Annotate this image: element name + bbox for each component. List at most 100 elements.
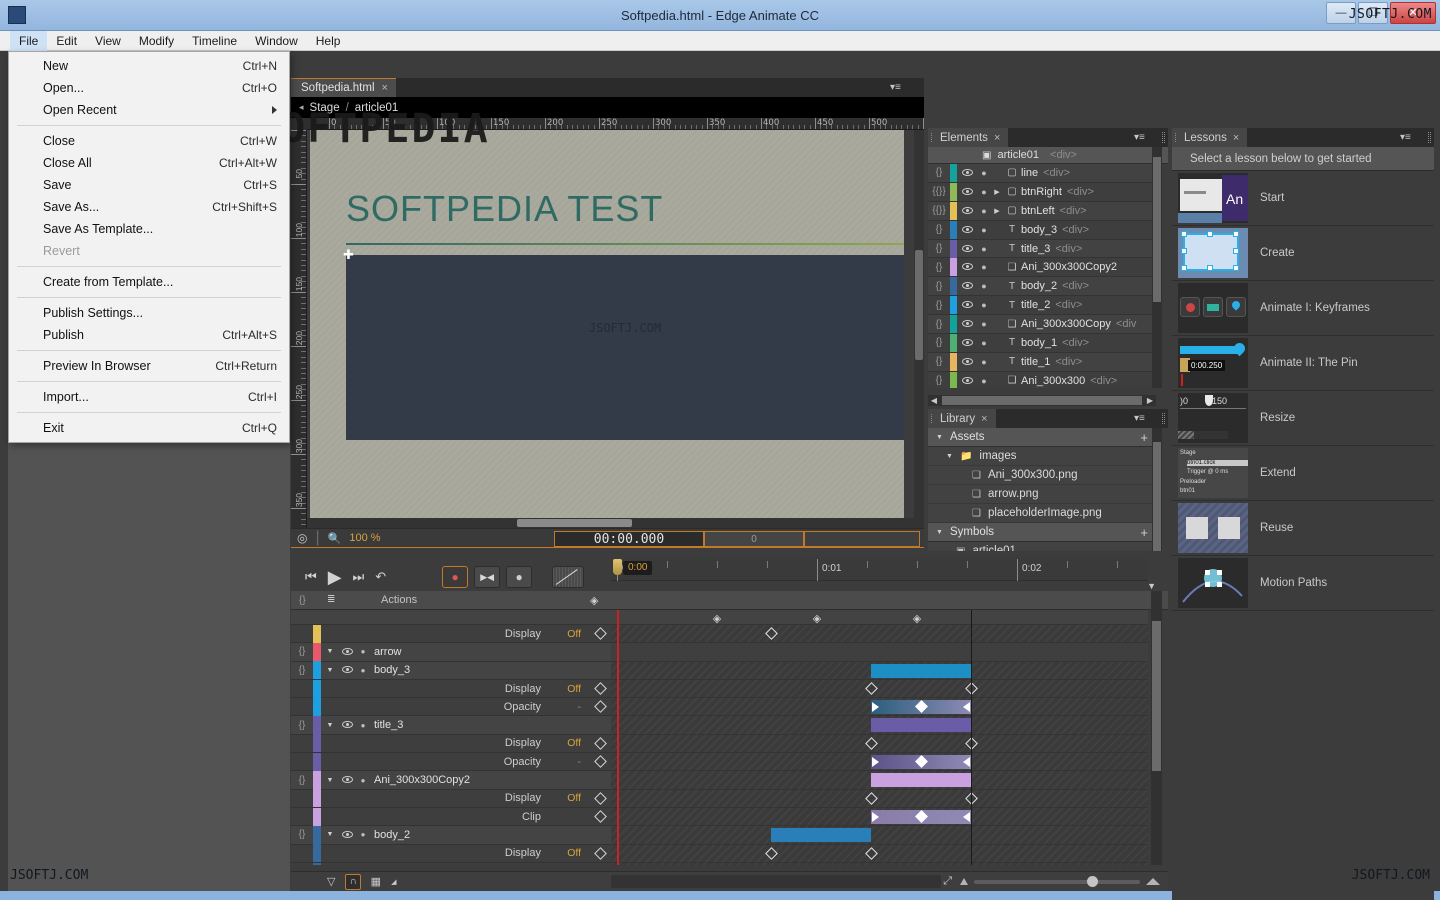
library-vscroll-thumb[interactable] xyxy=(1153,442,1161,552)
timeline-actions-track[interactable]: ◈◈◈ xyxy=(611,610,1148,625)
timeline-property-row[interactable]: Clip xyxy=(291,808,611,826)
element-lock-dot-icon[interactable]: ● xyxy=(977,206,991,216)
element-name[interactable]: title_3 xyxy=(1021,243,1050,255)
playhead-handle[interactable] xyxy=(613,559,622,575)
stage-divider-line[interactable] xyxy=(346,243,904,245)
menu-item-publish[interactable]: PublishCtrl+Alt+S xyxy=(9,324,289,346)
transition-end-handle[interactable] xyxy=(963,812,970,822)
expand-arrow-icon[interactable]: ▶ xyxy=(991,188,1003,196)
element-name[interactable]: line xyxy=(1021,167,1038,179)
menu-item-new[interactable]: NewCtrl+N xyxy=(9,55,289,77)
loop-button[interactable]: ↶ xyxy=(375,569,386,585)
visibility-eye-icon[interactable] xyxy=(957,338,977,348)
transition-start-handle[interactable] xyxy=(872,702,879,712)
zoom-in-icon[interactable] xyxy=(1146,878,1160,885)
element-row[interactable]: {}●Tbody_1<div> xyxy=(928,334,1156,353)
auto-keyframe-button[interactable]: ● xyxy=(442,566,468,588)
element-row[interactable]: {}●▢line<div> xyxy=(928,164,1156,183)
element-actions-icon[interactable]: {} xyxy=(928,243,950,254)
timeline-track-row[interactable] xyxy=(611,808,1148,826)
property-keyframe-icon[interactable] xyxy=(594,682,607,695)
stage-hscroll-thumb[interactable] xyxy=(517,519,632,527)
menu-item-save-as[interactable]: Save As...Ctrl+Shift+S xyxy=(9,196,289,218)
layer-name[interactable]: title_3 xyxy=(370,719,403,731)
timeline-layer-row[interactable]: {}▼●Ani_300x300Copy2 xyxy=(291,771,611,789)
tab-lessons[interactable]: Lessons × xyxy=(1172,128,1248,147)
timeline-animation-bar[interactable] xyxy=(871,664,971,678)
property-keyframe-icon[interactable] xyxy=(594,700,607,713)
elements-root-row[interactable]: ▣ article01 <div> xyxy=(928,147,1168,164)
element-lock-dot-icon[interactable]: ● xyxy=(977,244,991,254)
grid-icon[interactable]: ▦ xyxy=(371,875,381,888)
stage-title-text[interactable]: SOFTPEDIA TEST xyxy=(346,188,663,230)
menu-item-open[interactable]: Open...Ctrl+O xyxy=(9,77,289,99)
timeline-ruler-scale[interactable]: 0:000:010:020:00 xyxy=(611,559,1148,581)
menu-item-close[interactable]: CloseCtrl+W xyxy=(9,130,289,152)
timeline-horizontal-scrollbar[interactable] xyxy=(611,875,941,888)
layer-lock-icon[interactable]: ● xyxy=(356,830,370,839)
element-actions-icon[interactable]: {} xyxy=(928,281,950,292)
property-value[interactable]: Off xyxy=(567,737,581,749)
menu-file[interactable]: File xyxy=(10,31,47,51)
timeline-action-marker[interactable]: ◈ xyxy=(811,613,823,625)
timeline-track-row[interactable] xyxy=(611,863,1148,865)
toggle-pin-button[interactable]: ● xyxy=(506,566,532,588)
element-name[interactable]: title_1 xyxy=(1021,356,1050,368)
zoom-out-icon[interactable] xyxy=(960,878,968,885)
add-asset-button[interactable]: + xyxy=(1140,430,1148,445)
library-folder-row[interactable]: ▼📁images xyxy=(928,447,1156,466)
chevron-down-icon[interactable]: ▼ xyxy=(936,434,943,441)
lesson-item[interactable]: Reuse xyxy=(1172,501,1434,556)
visibility-eye-icon[interactable] xyxy=(957,357,977,367)
visibility-eye-icon[interactable] xyxy=(957,262,977,272)
timeline-track-row[interactable] xyxy=(611,826,1148,844)
element-actions-icon[interactable]: {} xyxy=(928,375,950,386)
lessons-panel-menu-icon[interactable]: ▾≡ xyxy=(1400,132,1416,143)
filter-icon[interactable]: ▽ xyxy=(327,875,335,888)
element-lock-dot-icon[interactable]: ● xyxy=(977,319,991,329)
element-lock-dot-icon[interactable]: ● xyxy=(977,225,991,235)
timecode-field[interactable]: 00:00.000 xyxy=(554,531,704,547)
elements-panel-menu-icon[interactable]: ▾≡ xyxy=(1134,132,1150,143)
element-actions-icon[interactable]: {} xyxy=(928,319,950,330)
element-actions-icon[interactable]: {} xyxy=(928,262,950,273)
visibility-eye-icon[interactable] xyxy=(957,319,977,329)
property-value[interactable]: - xyxy=(578,701,582,713)
element-row[interactable]: {{}}●▶▢btnRight<div> xyxy=(928,183,1156,202)
timeline-property-row[interactable]: DisplayOff xyxy=(291,625,611,643)
zoom-slider-knob[interactable] xyxy=(1087,876,1098,887)
element-name[interactable]: Ani_300x300Copy xyxy=(1021,318,1111,330)
collapse-all-icon[interactable]: ≣ xyxy=(327,594,335,605)
element-lock-dot-icon[interactable]: ● xyxy=(977,281,991,291)
layer-visibility-icon[interactable] xyxy=(339,720,356,730)
layer-name[interactable]: arrow xyxy=(370,646,402,658)
menu-item-import[interactable]: Import...Ctrl+I xyxy=(9,386,289,408)
property-keyframe-icon[interactable] xyxy=(594,737,607,750)
elements-vertical-scrollbar[interactable] xyxy=(1152,147,1162,388)
element-lock-dot-icon[interactable]: ● xyxy=(977,338,991,348)
menu-item-open-recent[interactable]: Open Recent xyxy=(9,99,289,121)
elements-tab-close-icon[interactable]: × xyxy=(994,132,1000,144)
visibility-eye-icon[interactable] xyxy=(957,281,977,291)
document-tab[interactable]: Softpedia.html × xyxy=(291,78,396,97)
element-row[interactable]: {{}}●▶▢btnLeft<div> xyxy=(928,202,1156,221)
lesson-item[interactable]: Animate I: Keyframes xyxy=(1172,281,1434,336)
element-row[interactable]: {}●Tbody_2<div> xyxy=(928,277,1156,296)
element-row[interactable]: {}●❑Ani_300x300Copy2 xyxy=(928,258,1156,277)
document-tab-close-icon[interactable]: × xyxy=(382,82,388,94)
timeline-property-row[interactable]: Opacity- xyxy=(291,863,611,865)
layer-name[interactable]: body_2 xyxy=(370,829,410,841)
stage-horizontal-scrollbar[interactable] xyxy=(307,518,914,528)
elements-vscroll-thumb[interactable] xyxy=(1153,157,1161,302)
layer-lock-icon[interactable]: ● xyxy=(356,776,370,785)
property-keyframe-icon[interactable] xyxy=(594,755,607,768)
transition-start-handle[interactable] xyxy=(872,757,879,767)
element-actions-icon[interactable]: {} xyxy=(928,356,950,367)
element-actions-icon[interactable]: {} xyxy=(928,224,950,235)
library-item-row[interactable]: ❑arrow.png xyxy=(928,485,1156,504)
timeline-track-row[interactable] xyxy=(611,735,1148,753)
layer-actions-icon[interactable]: {} xyxy=(291,665,313,676)
stage-vscroll-thumb[interactable] xyxy=(915,250,923,360)
keyframe-marker[interactable] xyxy=(865,737,878,750)
timeline-track-row[interactable] xyxy=(611,790,1148,808)
